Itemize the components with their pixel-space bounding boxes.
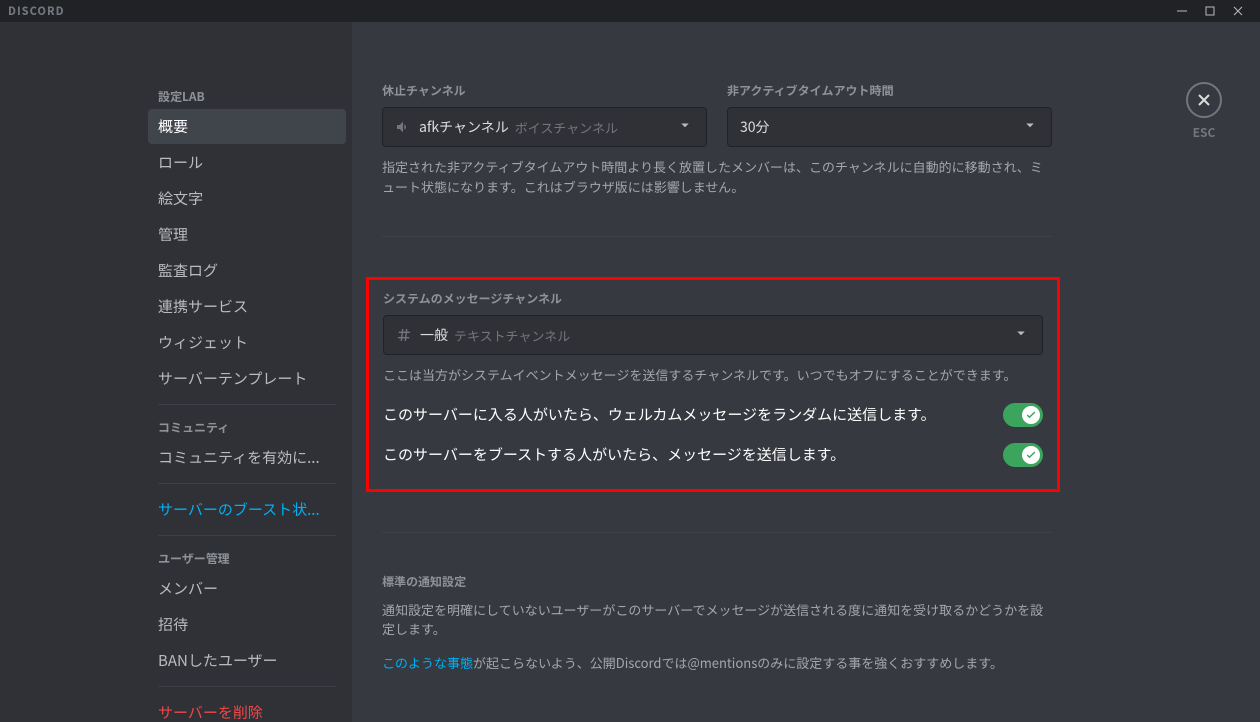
divider (382, 236, 1052, 237)
afk-channel-subtext: ボイスチャンネル (515, 118, 618, 137)
speaker-icon (395, 119, 411, 135)
sidebar-item-invites[interactable]: 招待 (148, 607, 346, 642)
esc-label: ESC (1193, 124, 1216, 141)
notif-description: 通知設定を明確にしていないユーザーがこのサーバーでメッセージが送信される度に通知… (382, 600, 1052, 639)
sidebar-item-emoji[interactable]: 絵文字 (148, 181, 346, 216)
settings-sidebar-region: 設定LAB 概要 ロール 絵文字 管理 監査ログ 連携サービス ウィジェット サ… (0, 22, 352, 722)
notification-section: 標準の通知設定 通知設定を明確にしていないユーザーがこのサーバーでメッセージが送… (382, 573, 1052, 673)
minimize-icon (1176, 5, 1188, 17)
sidebar-header-community: コミュニティ (148, 413, 346, 440)
window-close-button[interactable] (1224, 0, 1252, 22)
sidebar-item-widget[interactable]: ウィジェット (148, 325, 346, 360)
divider (382, 532, 1052, 533)
sidebar-item-delete-server[interactable]: サーバーを削除 (148, 695, 346, 722)
close-icon (1196, 92, 1212, 108)
system-channel-select[interactable]: 一般 テキストチャンネル (383, 315, 1043, 355)
afk-channel-value: afkチャンネル (419, 117, 509, 137)
settings-content-region: ESC 休止チャンネル afkチャンネル ボイスチャンネル (352, 22, 1260, 722)
sidebar-item-moderation[interactable]: 管理 (148, 217, 346, 252)
sidebar-separator (158, 686, 336, 687)
chevron-down-icon (1021, 116, 1039, 139)
window-maximize-button[interactable] (1196, 0, 1224, 22)
system-messages-highlight: システムのメッセージチャンネル 一般 テキストチャンネル ここは当方がシステムイ… (366, 277, 1060, 492)
sidebar-item-integrations[interactable]: 連携サービス (148, 289, 346, 324)
sidebar-item-server-template[interactable]: サーバーテンプレート (148, 361, 346, 396)
afk-channel-select[interactable]: afkチャンネル ボイスチャンネル (382, 107, 707, 147)
sidebar-header-user-management: ユーザー管理 (148, 544, 346, 571)
afk-description: 指定された非アクティブタイムアウト時間より長く放置したメンバーは、このチャンネル… (382, 157, 1052, 196)
afk-timeout-label: 非アクティブタイムアウト時間 (727, 82, 1052, 99)
system-channel-subtext: テキストチャンネル (454, 326, 570, 345)
notif-warning-rest: が起こらないよう、公開Discordでは@mentionsのみに設定する事を強く… (473, 653, 1003, 672)
notif-warning: このような事態が起こらないよう、公開Discordでは@mentionsのみに設… (382, 653, 1052, 673)
sidebar-item-audit-log[interactable]: 監査ログ (148, 253, 346, 288)
chevron-down-icon (1012, 324, 1030, 347)
sidebar-separator (158, 535, 336, 536)
sidebar-item-server-boost[interactable]: サーバーのブースト状... (148, 492, 346, 527)
settings-sidebar: 設定LAB 概要 ロール 絵文字 管理 監査ログ 連携サービス ウィジェット サ… (134, 22, 352, 722)
sidebar-item-members[interactable]: メンバー (148, 571, 346, 606)
afk-channel-label: 休止チャンネル (382, 82, 707, 99)
afk-row: 休止チャンネル afkチャンネル ボイスチャンネル 非アクティブタイムアウト時間 (382, 82, 1052, 147)
close-icon (1232, 5, 1244, 17)
chevron-down-icon (676, 116, 694, 139)
window-titlebar: DISCORD (0, 0, 1260, 22)
app-wordmark: DISCORD (8, 3, 65, 19)
sidebar-item-enable-community[interactable]: コミュニティを有効に... (148, 440, 346, 475)
sidebar-item-overview[interactable]: 概要 (148, 109, 346, 144)
system-channel-value: 一般 (420, 325, 448, 345)
maximize-icon (1204, 5, 1216, 17)
sidebar-item-bans[interactable]: BANしたユーザー (148, 643, 346, 678)
sidebar-header-settings-lab: 設定LAB (148, 82, 346, 109)
afk-timeout-value: 30分 (740, 117, 770, 137)
boost-toggle[interactable] (1003, 443, 1043, 467)
system-channel-description: ここは当方がシステムイベントメッセージを送信するチャンネルです。いつでもオフにす… (383, 365, 1043, 385)
hash-icon (396, 327, 412, 343)
sidebar-separator (158, 404, 336, 405)
close-settings-button[interactable]: ESC (1186, 82, 1222, 141)
sidebar-item-roles[interactable]: ロール (148, 145, 346, 180)
notif-label: 標準の通知設定 (382, 573, 1052, 590)
welcome-toggle[interactable] (1003, 403, 1043, 427)
welcome-toggle-row: このサーバーに入る人がいたら、ウェルカムメッセージをランダムに送信します。 (383, 395, 1043, 435)
system-channel-label: システムのメッセージチャンネル (383, 290, 1043, 307)
welcome-toggle-label: このサーバーに入る人がいたら、ウェルカムメッセージをランダムに送信します。 (383, 404, 936, 425)
notif-warning-link[interactable]: このような事態 (382, 653, 473, 672)
sidebar-separator (158, 483, 336, 484)
boost-toggle-row: このサーバーをブーストする人がいたら、メッセージを送信します。 (383, 435, 1043, 475)
afk-timeout-select[interactable]: 30分 (727, 107, 1052, 147)
boost-toggle-label: このサーバーをブーストする人がいたら、メッセージを送信します。 (383, 444, 845, 465)
window-minimize-button[interactable] (1168, 0, 1196, 22)
